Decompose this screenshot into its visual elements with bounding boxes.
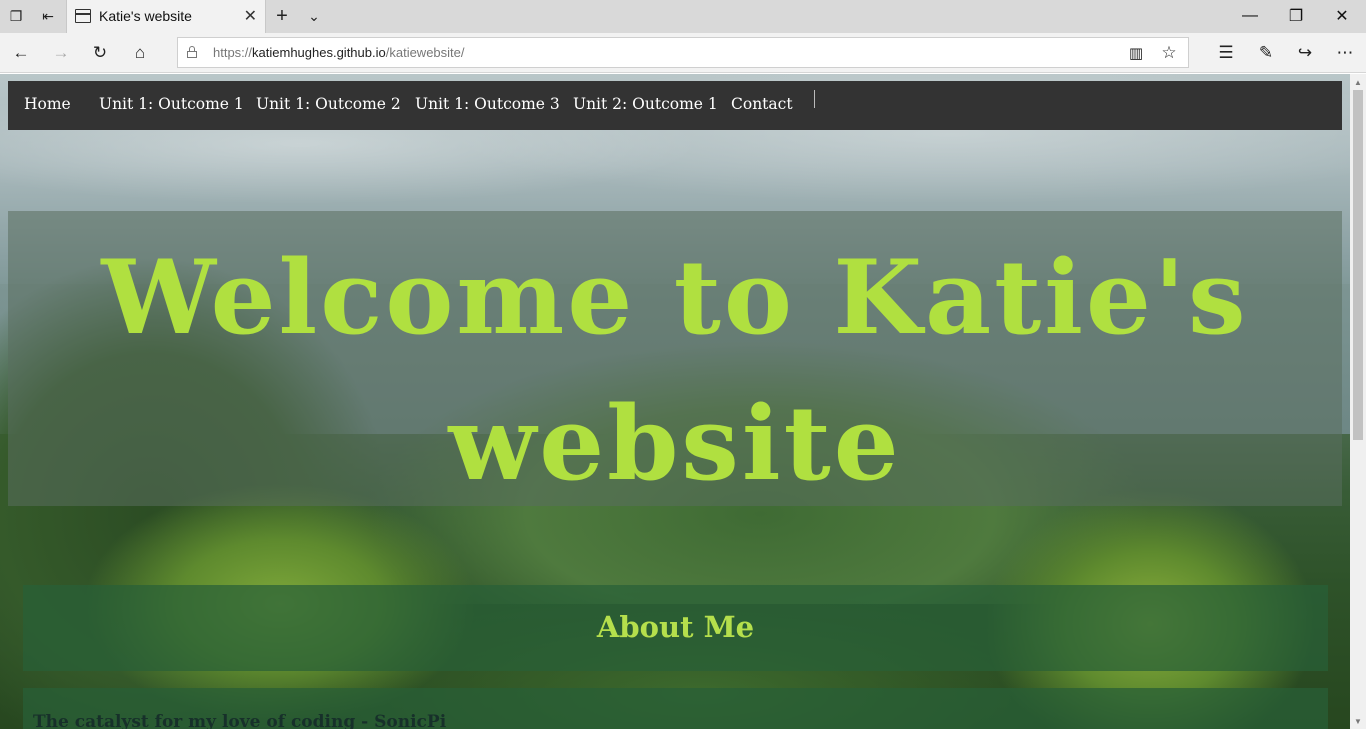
address-bar[interactable]: https://katiemhughes.github.io/katiewebs… [177, 37, 1189, 68]
tab-close-icon[interactable]: ✕ [244, 6, 257, 26]
nav-unit1-outcome2[interactable]: Unit 1: Outcome 2 [256, 95, 401, 113]
scroll-up-arrow-icon[interactable]: ▲ [1350, 74, 1366, 90]
content-box: The catalyst for my love of coding - Son… [23, 688, 1328, 729]
about-title: About Me [596, 610, 755, 644]
favorite-star-icon[interactable]: ☆ [1159, 43, 1179, 63]
favorites-hub-icon[interactable]: ☰ [1214, 41, 1238, 65]
restore-button[interactable]: ❐ [1284, 4, 1308, 28]
hero-title: Welcome to Katie's website [101, 238, 1249, 504]
page-viewport: Home Unit 1: Outcome 1 Unit 1: Outcome 2… [0, 74, 1350, 729]
window-close-button[interactable]: ✕ [1330, 4, 1354, 28]
reading-view-icon[interactable]: ▥ [1126, 43, 1146, 63]
site-nav: Home Unit 1: Outcome 1 Unit 1: Outcome 2… [8, 81, 1342, 130]
tab-actions-icon[interactable]: ❐ [6, 6, 26, 26]
scroll-down-arrow-icon[interactable]: ▼ [1350, 713, 1366, 729]
page-icon [75, 9, 91, 23]
set-tabs-aside-icon[interactable]: ⇤ [38, 6, 58, 26]
browser-toolbar: ← → ↻ ⌂ https://katiemhughes.github.io/k… [0, 33, 1366, 73]
home-button[interactable]: ⌂ [128, 41, 152, 65]
about-section-header: About Me [23, 585, 1328, 671]
lock-icon [187, 46, 197, 58]
tab-list-chevron-icon[interactable]: ⌄ [304, 6, 324, 26]
browser-tab[interactable]: Katie's website ✕ [66, 0, 266, 33]
url-text[interactable]: https://katiemhughes.github.io/katiewebs… [213, 45, 465, 60]
content-subheading: The catalyst for my love of coding - Son… [33, 712, 447, 729]
share-icon[interactable]: ↪ [1293, 41, 1317, 65]
web-note-icon[interactable]: ✎ [1254, 41, 1278, 65]
scroll-thumb[interactable] [1353, 90, 1363, 440]
nav-unit1-outcome1[interactable]: Unit 1: Outcome 1 [99, 95, 244, 113]
browser-titlebar: ❐ ⇤ Katie's website ✕ + ⌄ — ❐ ✕ [0, 0, 1366, 33]
nav-contact[interactable]: Contact [731, 95, 793, 113]
tab-title: Katie's website [99, 8, 192, 24]
refresh-button[interactable]: ↻ [88, 41, 112, 65]
text-cursor [814, 90, 815, 108]
page-scrollbar[interactable]: ▲ ▼ [1350, 74, 1366, 729]
nav-unit2-outcome1[interactable]: Unit 2: Outcome 1 [573, 95, 718, 113]
nav-unit1-outcome3[interactable]: Unit 1: Outcome 3 [415, 95, 560, 113]
nav-home[interactable]: Home [24, 95, 71, 113]
hero-banner: Welcome to Katie's website [8, 211, 1342, 506]
minimize-button[interactable]: — [1238, 4, 1262, 28]
new-tab-button[interactable]: + [272, 5, 292, 27]
forward-button[interactable]: → [49, 41, 73, 65]
back-button[interactable]: ← [9, 41, 33, 65]
more-options-icon[interactable]: ⋯ [1333, 41, 1357, 65]
